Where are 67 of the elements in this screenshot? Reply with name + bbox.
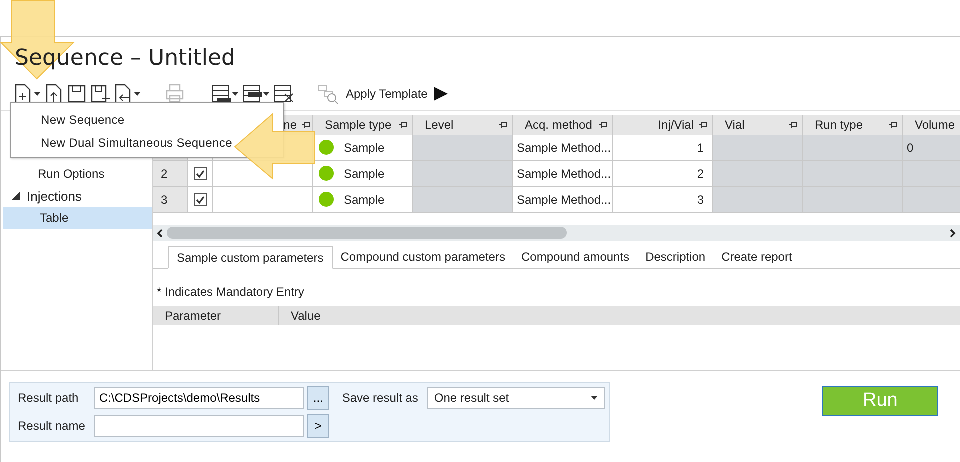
mandatory-note: * Indicates Mandatory Entry: [157, 285, 306, 299]
cell-text: Sample: [344, 140, 385, 154]
caret-icon: [34, 92, 41, 96]
scroll-thumb[interactable]: [167, 227, 567, 239]
menu-item[interactable]: New Sequence: [11, 108, 125, 131]
browse-button[interactable]: ...: [307, 386, 330, 410]
caret-icon: [134, 92, 141, 96]
column-header[interactable]: Acq. method: [513, 115, 613, 135]
checkbox[interactable]: [194, 167, 206, 180]
caret-icon: [263, 92, 270, 96]
rows-icon: [242, 84, 262, 104]
column-header[interactable]: Sample type: [313, 115, 413, 135]
collapse-icon: [11, 191, 21, 201]
rows-delete-icon: [273, 84, 293, 104]
table-cell: Sample Method...: [513, 161, 613, 187]
upload-file-icon: [44, 84, 64, 104]
pin-icon: [598, 121, 608, 129]
result-name-field[interactable]: [94, 415, 304, 437]
sidebar-item[interactable]: Table: [3, 207, 152, 229]
field-label: Save result as: [341, 391, 420, 405]
open-button[interactable]: [44, 84, 64, 104]
pin-icon: [301, 121, 311, 129]
table-cell: 0: [903, 135, 960, 161]
sidebar-item[interactable]: Run Options: [1, 163, 152, 185]
pin-icon: [888, 121, 898, 129]
chevron-left-icon: [157, 228, 163, 238]
tab[interactable]: Compound custom parameters: [332, 246, 514, 268]
result-path-field[interactable]: C:\CDSProjects\demo\Results: [94, 387, 304, 409]
cell-text: Sample: [344, 192, 385, 206]
caret-icon: [591, 396, 598, 400]
menu-item[interactable]: New Dual Simultaneous Sequence: [11, 131, 232, 154]
tab[interactable]: Sample custom parameters: [168, 246, 333, 269]
sidebar-group[interactable]: Injections: [1, 185, 152, 207]
save-as-button[interactable]: [90, 84, 110, 104]
save-plus-icon: [90, 84, 110, 104]
sidebar-group-label: Injections: [27, 188, 82, 204]
apply-template-button[interactable]: Apply Template: [317, 83, 428, 105]
save-result-dropdown[interactable]: One result set: [427, 387, 606, 409]
check-icon: [196, 196, 204, 204]
apply-name-button[interactable]: >: [307, 414, 330, 438]
column-header[interactable]: Inj/Vial: [613, 115, 713, 135]
append-rows-button[interactable]: [242, 84, 270, 104]
save-button[interactable]: [67, 84, 87, 104]
field-label: Result path: [17, 391, 80, 405]
template-search-icon: [317, 83, 339, 105]
table-cell: Sample Method...: [513, 187, 613, 213]
tab[interactable]: Description: [638, 246, 714, 268]
tab[interactable]: Compound amounts: [513, 246, 638, 268]
save-icon: [67, 84, 87, 104]
chevron-right-icon: [950, 228, 956, 238]
delete-rows-button[interactable]: [273, 84, 293, 104]
cell-text: Sample: [344, 166, 385, 180]
table-cell: Sample Method...: [513, 135, 613, 161]
pin-icon: [498, 121, 508, 129]
column-header: Value: [290, 308, 321, 322]
check-icon: [196, 170, 204, 178]
row-number: 3: [153, 187, 188, 213]
checkbox[interactable]: [194, 193, 206, 206]
tab[interactable]: Create report: [714, 246, 800, 268]
row-number: 2: [153, 161, 188, 187]
caret-icon: [232, 92, 239, 96]
pin-icon: [788, 121, 798, 129]
pin-icon: [698, 121, 708, 129]
horizontal-scrollbar[interactable]: [153, 225, 960, 241]
pin-icon: [398, 121, 408, 129]
field-label: Result name: [17, 419, 86, 433]
column-header: Parameter: [153, 306, 279, 325]
